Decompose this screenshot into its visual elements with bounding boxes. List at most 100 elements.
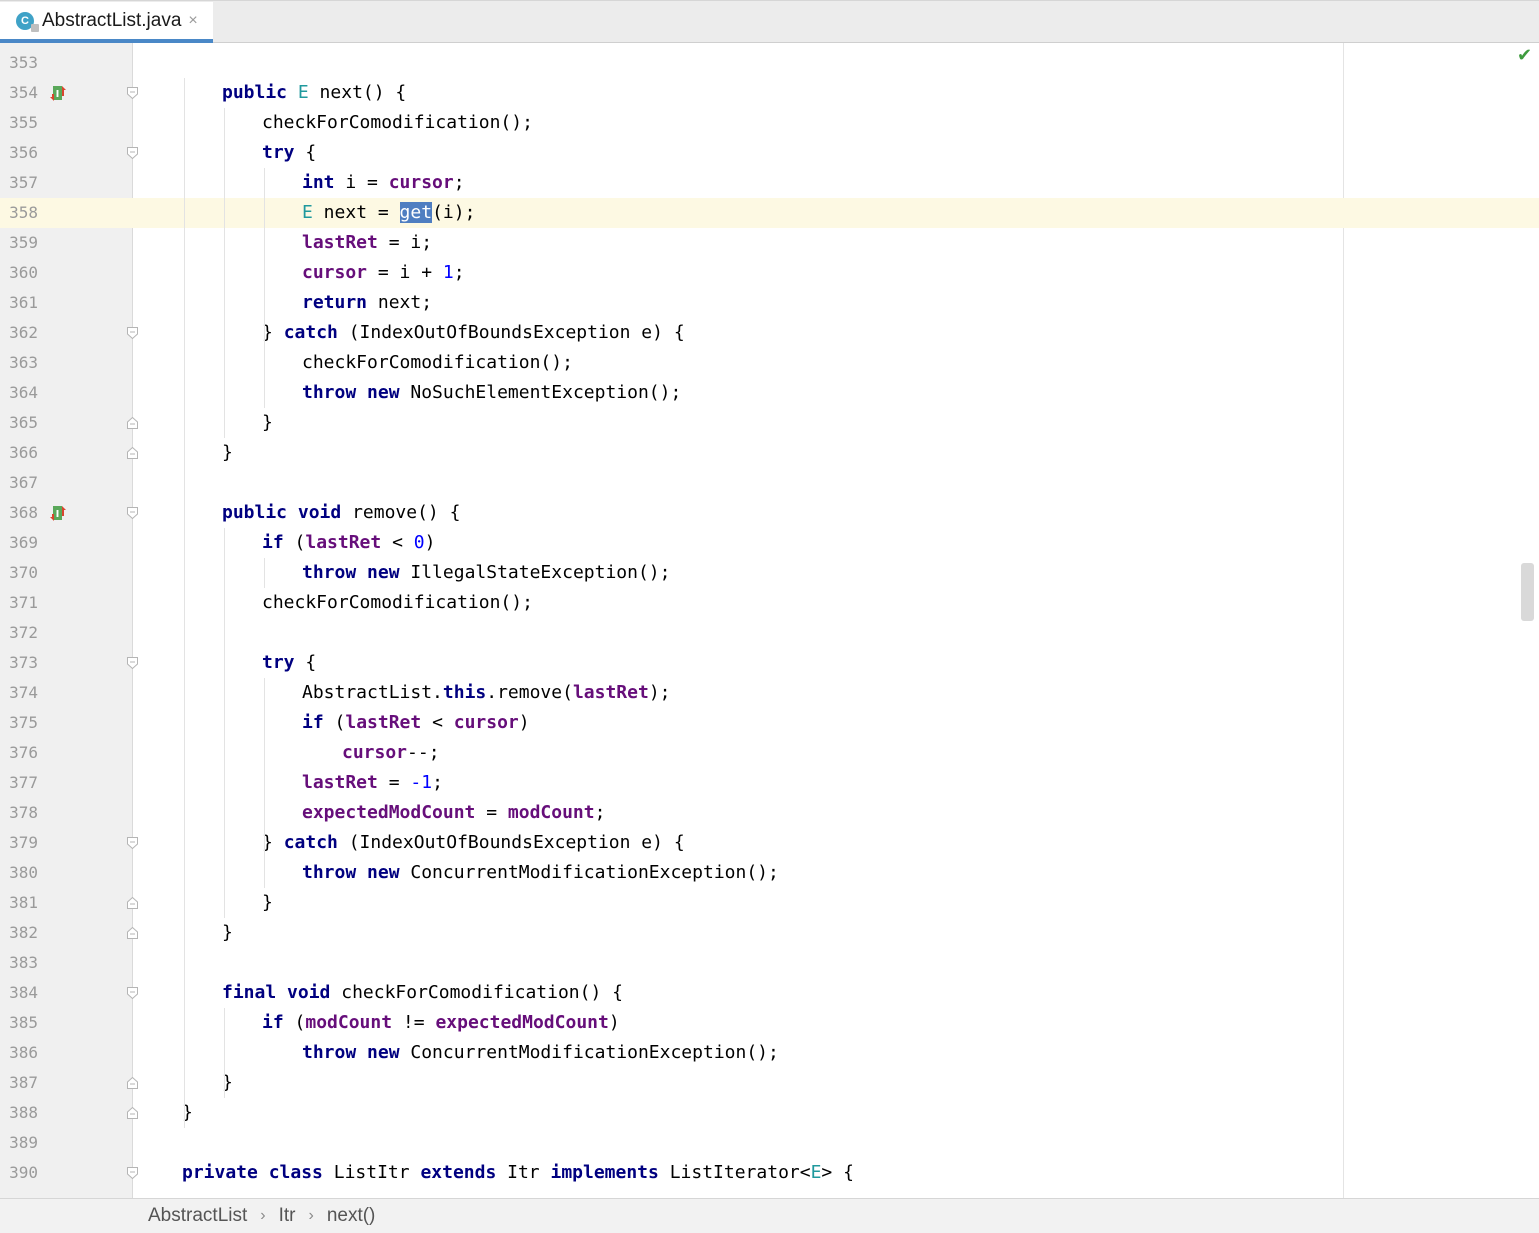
code-text[interactable]: E next = get(i); bbox=[302, 198, 475, 228]
code-line[interactable]: 390 private class ListItr extends Itr imp… bbox=[0, 1158, 1539, 1188]
line-number[interactable]: 368 bbox=[0, 498, 38, 528]
line-number[interactable]: 383 bbox=[0, 948, 38, 978]
line-number[interactable]: 356 bbox=[0, 138, 38, 168]
code-line[interactable]: 366} bbox=[0, 438, 1539, 468]
line-number[interactable]: 388 bbox=[0, 1098, 38, 1128]
code-line[interactable]: 368 Ipublic void remove() { bbox=[0, 498, 1539, 528]
code-line[interactable]: 360 cursor = i + 1; bbox=[0, 258, 1539, 288]
code-line[interactable]: 359 lastRet = i; bbox=[0, 228, 1539, 258]
line-number[interactable]: 367 bbox=[0, 468, 38, 498]
code-text[interactable]: throw new IllegalStateException(); bbox=[302, 558, 670, 588]
code-text[interactable]: expectedModCount = modCount; bbox=[302, 798, 605, 828]
vertical-scrollbar-thumb[interactable] bbox=[1521, 563, 1534, 621]
code-text[interactable]: } bbox=[262, 888, 273, 918]
code-text[interactable]: checkForComodification(); bbox=[262, 108, 533, 138]
fold-collapse-icon[interactable] bbox=[127, 147, 138, 159]
implements-method-icon[interactable]: I bbox=[49, 504, 67, 522]
code-line[interactable]: 358 E next = get(i); bbox=[0, 198, 1539, 228]
code-text[interactable]: } bbox=[222, 918, 233, 948]
line-number[interactable]: 390 bbox=[0, 1158, 38, 1188]
code-text[interactable]: cursor--; bbox=[342, 738, 440, 768]
code-text[interactable]: try { bbox=[262, 648, 316, 678]
code-text[interactable]: lastRet = i; bbox=[302, 228, 432, 258]
code-line[interactable]: 361 return next; bbox=[0, 288, 1539, 318]
line-number[interactable]: 358 bbox=[0, 198, 38, 228]
line-number[interactable]: 386 bbox=[0, 1038, 38, 1068]
code-line[interactable]: 383 bbox=[0, 948, 1539, 978]
code-text[interactable]: final void checkForComodification() { bbox=[222, 978, 623, 1008]
code-line[interactable]: 384 final void checkForComodification() { bbox=[0, 978, 1539, 1008]
code-text[interactable]: try { bbox=[262, 138, 316, 168]
fold-end-icon[interactable] bbox=[127, 1107, 138, 1119]
line-number[interactable]: 377 bbox=[0, 768, 38, 798]
code-text[interactable]: cursor = i + 1; bbox=[302, 258, 465, 288]
line-number[interactable]: 360 bbox=[0, 258, 38, 288]
code-line[interactable]: 370 throw new IllegalStateException(); bbox=[0, 558, 1539, 588]
breadcrumb-inner-class[interactable]: Itr bbox=[279, 1205, 296, 1227]
fold-end-icon[interactable] bbox=[127, 927, 138, 939]
code-line[interactable]: 386 throw new ConcurrentModificationExcep… bbox=[0, 1038, 1539, 1068]
fold-end-icon[interactable] bbox=[127, 1077, 138, 1089]
code-line[interactable]: 363 checkForComodification(); bbox=[0, 348, 1539, 378]
code-line[interactable]: 367 bbox=[0, 468, 1539, 498]
fold-collapse-icon[interactable] bbox=[127, 507, 138, 519]
code-text[interactable]: } bbox=[222, 438, 233, 468]
line-number[interactable]: 379 bbox=[0, 828, 38, 858]
code-line[interactable]: 379 } catch (IndexOutOfBoundsException e)… bbox=[0, 828, 1539, 858]
code-line[interactable]: 378 expectedModCount = modCount; bbox=[0, 798, 1539, 828]
code-line[interactable]: 387} bbox=[0, 1068, 1539, 1098]
breadcrumb-class[interactable]: AbstractList bbox=[148, 1205, 247, 1227]
line-number[interactable]: 381 bbox=[0, 888, 38, 918]
code-text[interactable]: checkForComodification(); bbox=[262, 588, 533, 618]
code-line[interactable]: 385 if (modCount != expectedModCount) bbox=[0, 1008, 1539, 1038]
line-number[interactable]: 361 bbox=[0, 288, 38, 318]
fold-end-icon[interactable] bbox=[127, 417, 138, 429]
code-line[interactable]: 388} bbox=[0, 1098, 1539, 1128]
line-number[interactable]: 376 bbox=[0, 738, 38, 768]
fold-end-icon[interactable] bbox=[127, 447, 138, 459]
fold-collapse-icon[interactable] bbox=[127, 987, 138, 999]
code-line[interactable]: 382} bbox=[0, 918, 1539, 948]
fold-collapse-icon[interactable] bbox=[127, 1167, 138, 1179]
code-line[interactable]: 356 try { bbox=[0, 138, 1539, 168]
code-line[interactable]: 389 bbox=[0, 1128, 1539, 1158]
code-line[interactable]: 381} bbox=[0, 888, 1539, 918]
code-text[interactable]: if (lastRet < cursor) bbox=[302, 708, 530, 738]
line-number[interactable]: 387 bbox=[0, 1068, 38, 1098]
code-line[interactable]: 372 bbox=[0, 618, 1539, 648]
code-line[interactable]: 362 } catch (IndexOutOfBoundsException e)… bbox=[0, 318, 1539, 348]
code-text[interactable]: lastRet = -1; bbox=[302, 768, 443, 798]
code-line[interactable]: 355 checkForComodification(); bbox=[0, 108, 1539, 138]
code-line[interactable]: 373 try { bbox=[0, 648, 1539, 678]
tab-abstractlist-java[interactable]: C AbstractList.java × bbox=[0, 2, 213, 43]
code-text[interactable]: } catch (IndexOutOfBoundsException e) { bbox=[262, 318, 685, 348]
code-text[interactable]: if (lastRet < 0) bbox=[262, 528, 435, 558]
line-number[interactable]: 359 bbox=[0, 228, 38, 258]
line-number[interactable]: 365 bbox=[0, 408, 38, 438]
code-line[interactable]: 364 throw new NoSuchElementException(); bbox=[0, 378, 1539, 408]
line-number[interactable]: 385 bbox=[0, 1008, 38, 1038]
code-text[interactable]: if (modCount != expectedModCount) bbox=[262, 1008, 620, 1038]
code-line[interactable]: 357 int i = cursor; bbox=[0, 168, 1539, 198]
code-line[interactable]: 375 if (lastRet < cursor) bbox=[0, 708, 1539, 738]
line-number[interactable]: 363 bbox=[0, 348, 38, 378]
code-line[interactable]: 353 bbox=[0, 48, 1539, 78]
fold-collapse-icon[interactable] bbox=[127, 837, 138, 849]
line-number[interactable]: 382 bbox=[0, 918, 38, 948]
code-text[interactable]: } catch (IndexOutOfBoundsException e) { bbox=[262, 828, 685, 858]
code-text[interactable]: throw new ConcurrentModificationExceptio… bbox=[302, 1038, 779, 1068]
code-line[interactable]: 365} bbox=[0, 408, 1539, 438]
code-text[interactable]: public void remove() { bbox=[222, 498, 460, 528]
line-number[interactable]: 357 bbox=[0, 168, 38, 198]
code-text[interactable]: return next; bbox=[302, 288, 432, 318]
code-text[interactable]: int i = cursor; bbox=[302, 168, 465, 198]
line-number[interactable]: 362 bbox=[0, 318, 38, 348]
line-number[interactable]: 372 bbox=[0, 618, 38, 648]
close-icon[interactable]: × bbox=[188, 12, 197, 30]
line-number[interactable]: 353 bbox=[0, 48, 38, 78]
check-icon[interactable]: ✔ bbox=[1517, 45, 1532, 66]
code-line[interactable]: 374 AbstractList.this.remove(lastRet); bbox=[0, 678, 1539, 708]
line-number[interactable]: 354 bbox=[0, 78, 38, 108]
line-number[interactable]: 380 bbox=[0, 858, 38, 888]
code-text[interactable]: } bbox=[262, 408, 273, 438]
